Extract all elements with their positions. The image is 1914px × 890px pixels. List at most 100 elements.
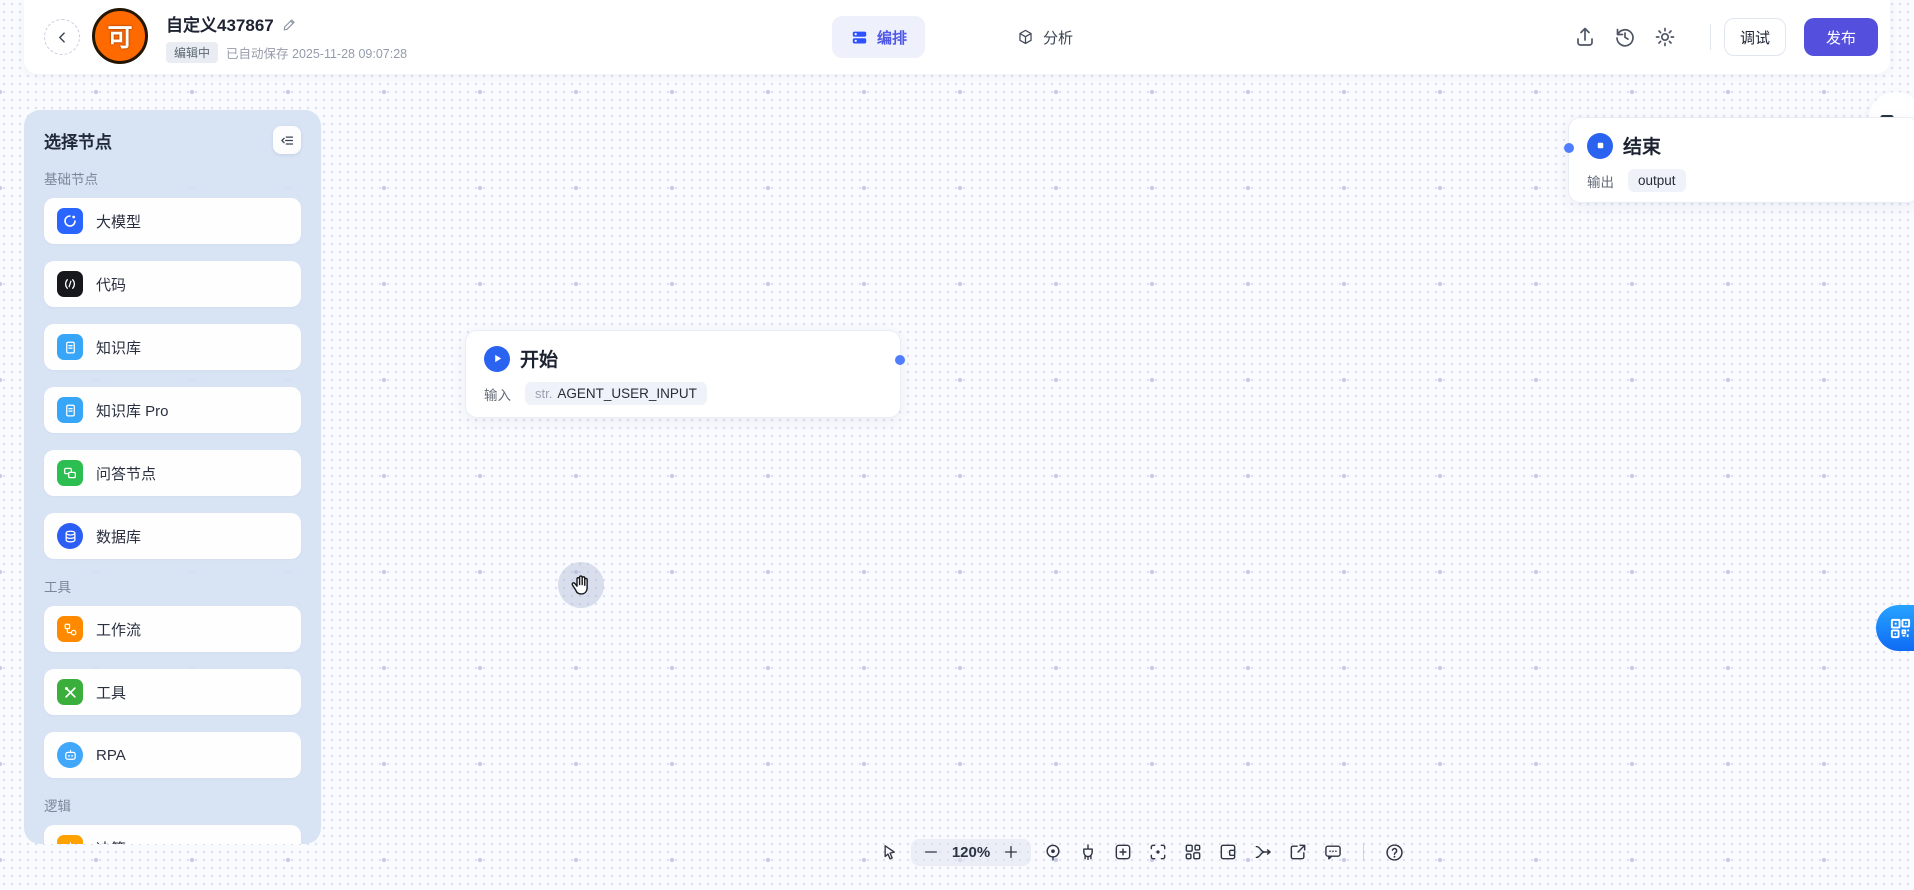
comment-icon: [1325, 845, 1341, 860]
tab-analyze[interactable]: 分析: [1006, 16, 1083, 58]
section-label-basic: 基础节点: [44, 172, 98, 187]
help-button[interactable]: [1381, 839, 1407, 865]
help-icon: [1385, 843, 1403, 861]
auto-layout-button[interactable]: [1180, 839, 1206, 865]
export-arrow-icon: [1290, 844, 1306, 860]
qa-icon: [57, 460, 83, 486]
rpa-icon: [57, 742, 83, 768]
sidebar-item-knowledge[interactable]: 知识库: [44, 324, 301, 370]
knowledge-icon: [57, 334, 83, 360]
knowledge-pro-icon: [57, 397, 83, 423]
tab-analyze-label: 分析: [1043, 29, 1074, 47]
node-palette-sidebar: 选择节点 基础节点 大模型 代码 知识库 知识库 Pro 问答节点 数据库 工具…: [24, 110, 321, 844]
logo-text: 可: [107, 24, 133, 52]
item-label: RPA: [96, 746, 126, 764]
tab-orchestrate[interactable]: 编排: [832, 16, 926, 58]
sidebar-title: 选择节点: [44, 132, 112, 152]
start-node[interactable]: 开始 输入 str. AGENT_USER_INPUT: [465, 330, 905, 418]
pointer-tool-button[interactable]: [876, 839, 902, 865]
item-label: 工具: [96, 684, 127, 702]
locate-button[interactable]: [1040, 839, 1066, 865]
sidebar-item-knowledge-pro[interactable]: 知识库 Pro: [44, 387, 301, 433]
comment-button[interactable]: [1320, 839, 1346, 865]
locate-icon: [1046, 844, 1060, 861]
zoom-out-icon[interactable]: [923, 844, 939, 860]
edit-pencil-icon[interactable]: [282, 16, 298, 32]
tool-icon: [57, 679, 83, 705]
start-input-label: 输入: [484, 387, 511, 403]
start-output-port[interactable]: [895, 355, 905, 365]
merge-branch-button[interactable]: [1250, 839, 1276, 865]
header-divider: [1710, 24, 1711, 50]
zoom-control: 120%: [911, 838, 1031, 866]
sidebar-item-decision[interactable]: 决策: [44, 825, 301, 844]
item-label: 工作流: [96, 621, 142, 639]
llm-icon: [57, 208, 83, 234]
page-title: 自定义437867: [166, 16, 274, 35]
publish-button[interactable]: 发布: [1804, 18, 1878, 56]
end-input-port[interactable]: [1564, 143, 1574, 153]
minimap-icon: [1220, 844, 1236, 860]
workflow-icon: [57, 616, 83, 642]
sidebar-item-llm[interactable]: 大模型: [44, 198, 301, 244]
history-icon[interactable]: [1613, 25, 1637, 49]
item-label: 决策: [96, 838, 126, 845]
add-square-icon: [1115, 844, 1131, 860]
fit-view-button[interactable]: [1145, 839, 1171, 865]
sidebar-item-tool[interactable]: 工具: [44, 669, 301, 715]
status-badge: 编辑中: [166, 42, 219, 63]
add-node-button[interactable]: [1110, 839, 1136, 865]
item-label: 代码: [96, 276, 127, 294]
end-node[interactable]: 结束 输出 output: [1564, 117, 1914, 203]
start-input-chip: str. AGENT_USER_INPUT: [525, 382, 707, 405]
end-icon: [1587, 132, 1613, 159]
start-icon: [484, 345, 510, 372]
merge-icon: [1255, 845, 1271, 859]
hand-grab-cursor: [558, 562, 604, 608]
collapse-panel-icon: [280, 135, 293, 145]
param-value: AGENT_USER_INPUT: [557, 386, 697, 401]
start-node-title: 开始: [520, 350, 559, 371]
sidebar-item-rpa[interactable]: RPA: [44, 732, 301, 778]
sidebar-item-database[interactable]: 数据库: [44, 513, 301, 559]
qr-code-icon: [1890, 618, 1911, 638]
end-node-title: 结束: [1623, 137, 1662, 158]
sidebar-item-workflow[interactable]: 工作流: [44, 606, 301, 652]
brush-icon: [1083, 844, 1093, 861]
top-header: 可 自定义437867 编辑中 已自动保存 2025-11-28 09:07:2…: [24, 0, 1890, 74]
param-type: str.: [535, 386, 553, 401]
analyze-cube-icon: [1019, 29, 1032, 44]
app-logo: 可: [92, 8, 148, 64]
item-label: 数据库: [96, 528, 142, 546]
section-label-logic: 逻辑: [44, 799, 71, 814]
blocks-icon: [1185, 844, 1201, 860]
zoom-in-icon[interactable]: [1003, 844, 1019, 860]
section-label-tools: 工具: [44, 580, 71, 595]
qr-code-button[interactable]: [1876, 605, 1914, 651]
item-label: 大模型: [96, 213, 142, 231]
code-icon: [57, 271, 83, 297]
zoom-level: 120%: [951, 843, 991, 861]
sidebar-item-qa[interactable]: 问答节点: [44, 450, 301, 496]
focus-frame-icon: [1150, 844, 1166, 860]
database-icon: [57, 523, 83, 549]
param-value: output: [1638, 173, 1676, 188]
item-label: 知识库: [96, 339, 142, 357]
decision-icon: [57, 835, 83, 844]
end-output-label: 输出: [1587, 174, 1614, 190]
orchestrate-icon: [852, 31, 867, 43]
export-up-icon[interactable]: [1573, 25, 1597, 49]
hand-icon: [571, 574, 588, 595]
settings-gear-icon[interactable]: [1653, 25, 1677, 49]
sidebar-item-code[interactable]: 代码: [44, 261, 301, 307]
pointer-cursor-icon: [883, 844, 895, 860]
tidy-layout-button[interactable]: [1075, 839, 1101, 865]
item-label: 知识库 Pro: [96, 402, 169, 420]
back-button[interactable]: [44, 19, 80, 55]
canvas-toolbar: 120%: [876, 834, 1407, 870]
export-canvas-button[interactable]: [1285, 839, 1311, 865]
minimap-button[interactable]: [1215, 839, 1241, 865]
collapse-panel-button[interactable]: [273, 126, 301, 154]
debug-button[interactable]: 调试: [1724, 18, 1786, 56]
end-output-chip: output: [1628, 169, 1686, 192]
